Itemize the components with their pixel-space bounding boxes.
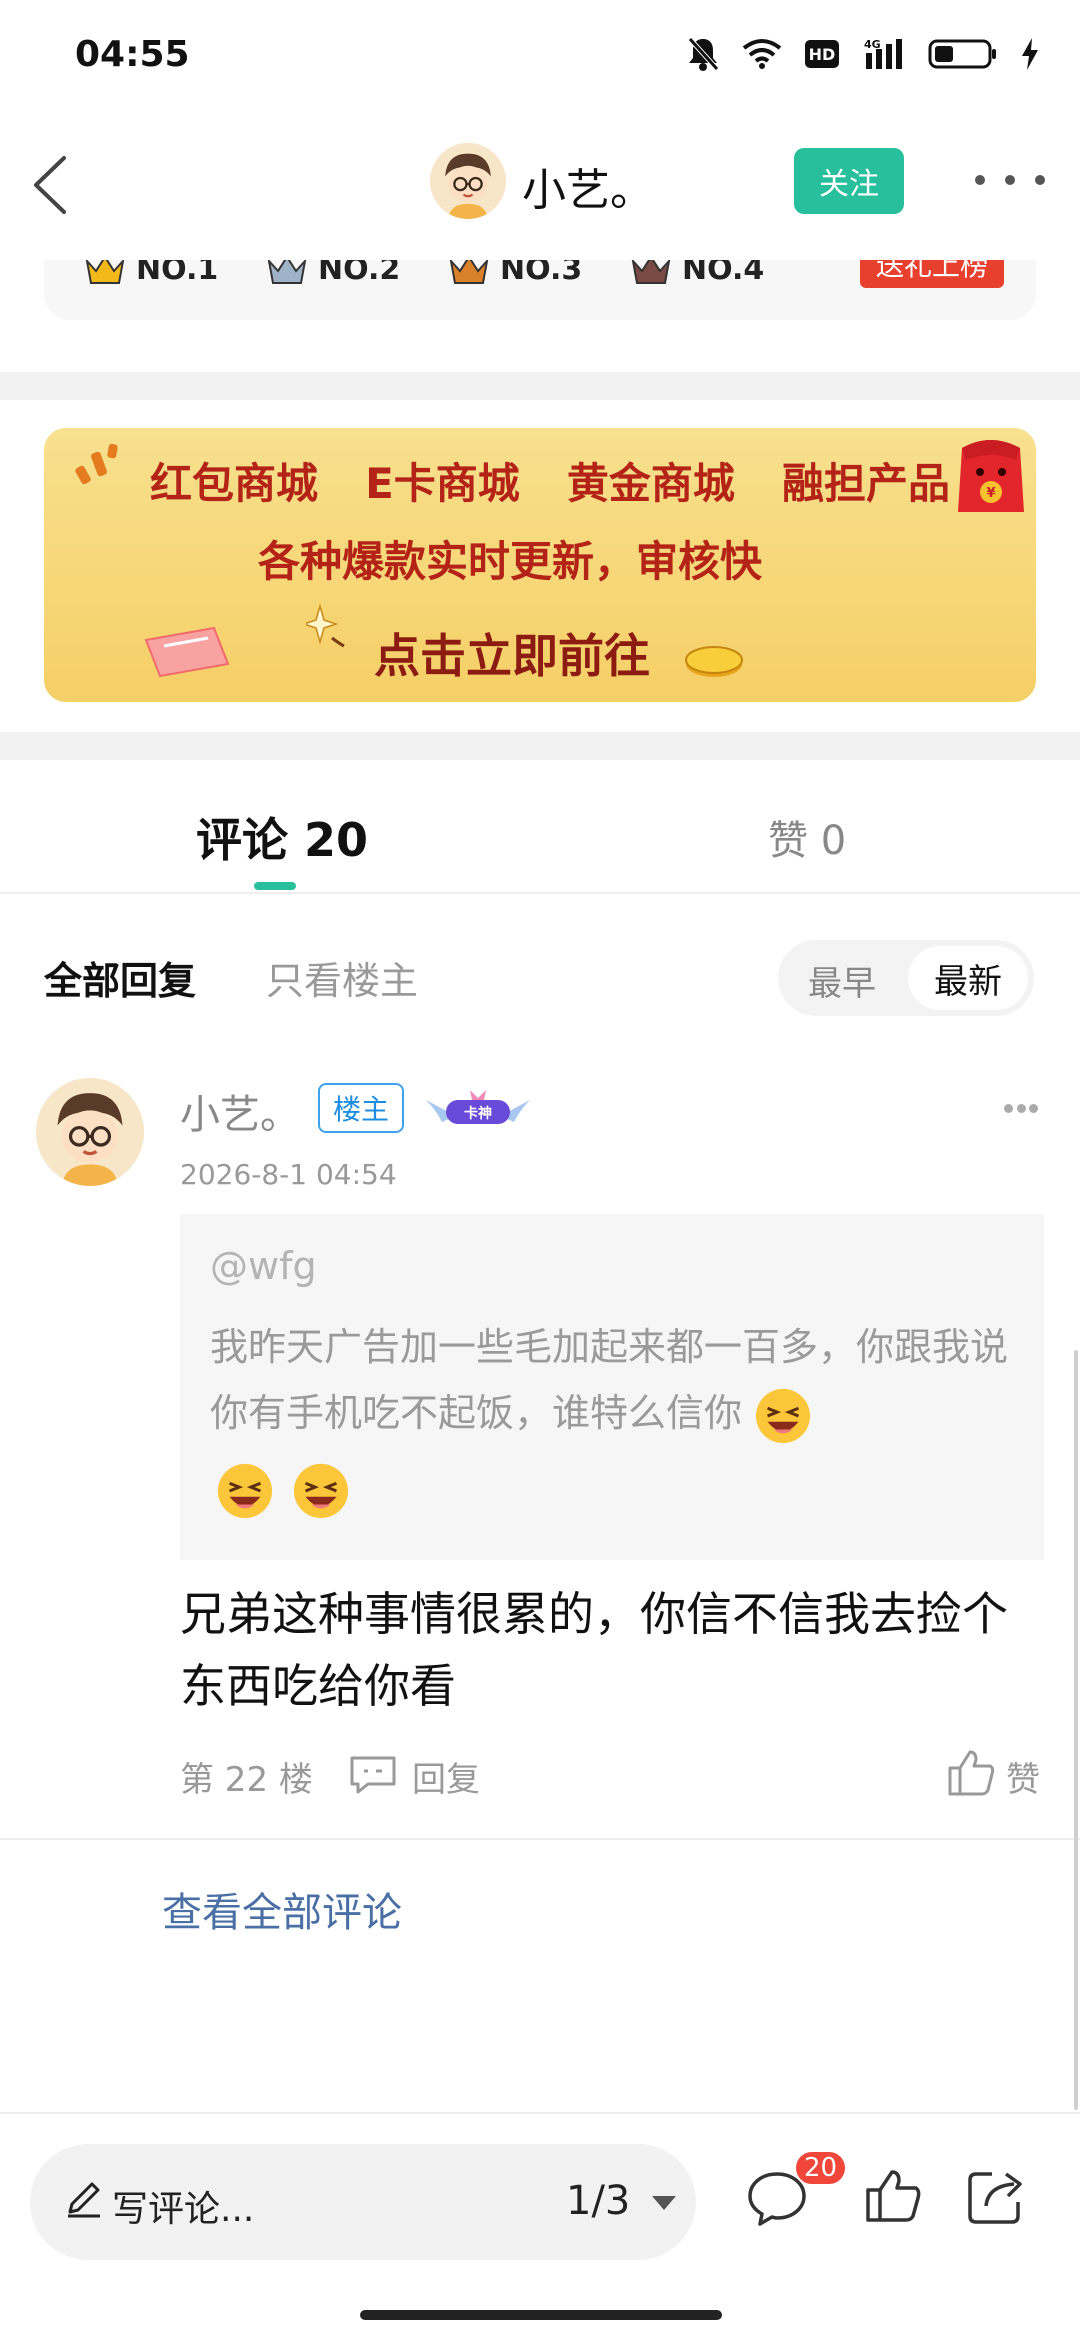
caret-down-icon[interactable]: [652, 2196, 676, 2210]
sort-latest-button[interactable]: 最新: [908, 946, 1028, 1010]
comment-like-tabs: 评论 20 赞 0: [0, 760, 1080, 894]
quoted-emoji-row: [216, 1462, 350, 1520]
laughing-emoji-icon: [217, 1463, 273, 1519]
svg-text:HD: HD: [809, 45, 836, 64]
bottom-action-bar: 写评论... 1/3 20: [0, 2112, 1080, 2340]
owner-badge: 楼主: [318, 1083, 404, 1133]
banner-cta: 点击立即前往: [374, 629, 650, 683]
dot-icon: [1005, 175, 1015, 185]
banner-category: 黄金商城: [566, 459, 735, 508]
more-options-button[interactable]: [975, 160, 1045, 200]
wifi-icon: [742, 39, 782, 69]
author-avatar[interactable]: [430, 143, 506, 219]
charging-icon: [1022, 38, 1038, 70]
dot-icon: [1035, 175, 1045, 185]
like-button[interactable]: 赞: [1006, 1752, 1040, 1801]
quoted-text: 我昨天广告加一些毛加起来都一百多，你跟我说你有手机吃不起饭，谁特么信你: [210, 1314, 1020, 1446]
star-sparkle-icon: [306, 604, 345, 648]
page-indicator[interactable]: 1/3: [566, 2178, 630, 2224]
laughing-emoji-icon: [293, 1463, 349, 1519]
hd-icon: HD: [805, 40, 839, 68]
section-divider: [0, 372, 1080, 400]
banner-category: 融担产品: [781, 459, 950, 508]
comment-count-badge: 20: [794, 2150, 848, 2186]
banner-category: E卡商城: [365, 459, 520, 508]
view-all-comments-link[interactable]: 查看全部评论: [162, 1880, 402, 1938]
filter-all-replies[interactable]: 全部回复: [44, 950, 196, 1005]
comment-timestamp: 2026-8-1 04:54: [180, 1158, 397, 1191]
red-envelope-mascot-icon: ¥: [958, 440, 1024, 512]
thumbs-up-icon[interactable]: [864, 2168, 922, 2224]
quoted-text-content: 我昨天广告加一些毛加起来都一百多，你跟我说你有手机吃不起饭，谁特么信你: [210, 1325, 1009, 1435]
share-icon[interactable]: [966, 2168, 1026, 2226]
dot-icon: [1004, 1104, 1013, 1113]
comment-author-avatar[interactable]: [36, 1078, 144, 1186]
status-icons: HD 4G: [686, 32, 1040, 76]
status-time: 04:55: [75, 34, 190, 75]
reply-icon[interactable]: [348, 1754, 398, 1794]
quoted-reply[interactable]: @wfg 我昨天广告加一些毛加起来都一百多，你跟我说你有手机吃不起饭，谁特么信你: [180, 1214, 1044, 1560]
dot-icon: [975, 175, 985, 185]
floor-number: 第 22 楼: [180, 1760, 313, 1800]
comment-author-name[interactable]: 小艺。: [180, 1082, 300, 1140]
banner-categories: 红包商城 E卡商城 黄金商城 融担产品: [150, 450, 950, 511]
avatar-image: [430, 143, 506, 219]
nav-title: 小艺。: [522, 165, 654, 216]
laughing-emoji-icon: [756, 1388, 811, 1443]
quoted-user-mention[interactable]: @wfg: [210, 1244, 317, 1288]
4g-signal-icon: 4G: [864, 38, 902, 69]
thumbs-up-icon[interactable]: [946, 1748, 996, 1796]
section-divider: [0, 732, 1080, 760]
sort-toggle: 最早 最新: [778, 940, 1034, 1016]
sort-earliest-button[interactable]: 最早: [808, 956, 876, 1005]
promo-banner[interactable]: 红包商城 E卡商城 黄金商城 融担产品 ¥ 各种爆款实时更新，审核快 点击立即前…: [44, 428, 1036, 702]
tab-likes[interactable]: 赞 0: [768, 808, 846, 866]
tab-comments[interactable]: 评论 20: [196, 804, 368, 870]
kashen-level-badge: 卡神: [426, 1090, 530, 1124]
mute-bell-icon: [688, 37, 719, 71]
reply-button[interactable]: 回复: [412, 1752, 480, 1801]
dot-icon: [1029, 1104, 1038, 1113]
back-button[interactable]: [22, 148, 92, 218]
write-comment-placeholder: 写评论...: [112, 2189, 255, 2230]
red-ticket-deco-icon: [144, 626, 230, 678]
write-comment-input[interactable]: 写评论... 1/3: [30, 2144, 696, 2260]
pen-icon: [68, 2182, 100, 2218]
scrollbar[interactable]: [1074, 1350, 1078, 2110]
home-indicator[interactable]: [360, 2310, 722, 2320]
banner-category: 红包商城: [150, 459, 319, 508]
sparkle-deco-icon: [75, 443, 118, 485]
comment-more-button[interactable]: [1004, 1104, 1038, 1114]
comment-body: 兄弟这种事情很累的，你信不信我去捡个东西吃给你看: [180, 1587, 1008, 1713]
active-tab-indicator: [254, 882, 296, 890]
avatar-image: [36, 1078, 144, 1186]
status-bar: 04:55 HD 4G: [0, 0, 1080, 110]
divider: [0, 1838, 1080, 1840]
dot-icon: [1016, 1104, 1026, 1113]
chevron-left-icon: [34, 156, 66, 214]
follow-button[interactable]: 关注: [794, 148, 904, 214]
svg-text:卡神: 卡神: [464, 1105, 492, 1122]
gold-coin-icon: [685, 646, 743, 677]
nav-bar: 小艺。 关注: [0, 110, 1080, 260]
filter-op-only[interactable]: 只看楼主: [266, 950, 418, 1005]
banner-subtitle: 各种爆款实时更新，审核快: [257, 537, 762, 586]
svg-text:¥: ¥: [986, 486, 995, 501]
battery-icon: [928, 39, 996, 69]
